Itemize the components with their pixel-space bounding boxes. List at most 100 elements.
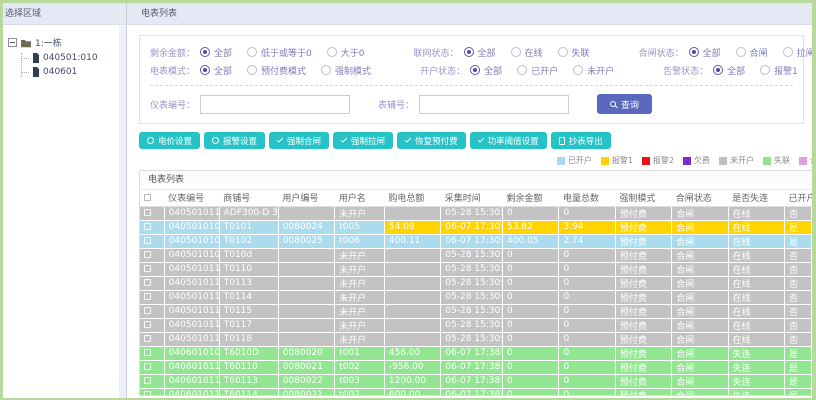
radio-option[interactable]: 报警1 [760,64,798,77]
tree-root-label[interactable]: 1:一栋 [35,36,62,49]
row-checkbox[interactable] [144,349,151,356]
legend-swatch [683,156,691,165]
table-row[interactable]: 0405010110T0110未开户05-28 15:30:0000预付费合闸在… [140,262,812,277]
电价设置-button[interactable]: 电价设置 [139,132,201,149]
table-row[interactable]: 0405010118T0118未开户05-28 15:30:0000预付费合闸在… [140,332,812,347]
row-checkbox[interactable] [144,293,151,300]
sidebar-scrollbar[interactable] [119,26,126,398]
radio-option[interactable]: 全部 [463,46,496,59]
radio-option[interactable]: 拉闸 [782,46,812,59]
radio-icon[interactable] [517,65,528,75]
table-cell: 预付费 [615,318,673,333]
radio-icon[interactable] [688,47,699,57]
radio-option[interactable]: 大于0 [326,46,365,59]
row-checkbox[interactable] [144,279,151,286]
radio-icon[interactable] [713,65,724,75]
row-checkbox[interactable] [144,251,151,258]
row-checkbox[interactable] [144,391,151,395]
table-row[interactable]: 0405010117T0117未开户05-28 15:30:0000预付费合闸在… [140,318,812,333]
tree-node-label[interactable]: 040501:010 [43,53,98,63]
tree-root-node[interactable]: 1:一栋 [8,36,124,49]
radio-icon[interactable] [326,47,337,57]
radio-icon[interactable] [760,65,771,75]
强制拉闸-button[interactable]: 强制拉闸 [333,132,394,149]
table-row[interactable]: 0405010115T0115未开户05-28 15:30:0000预付费合闸在… [140,304,812,319]
radio-option-label: 已开户 [531,66,559,77]
status-legend: 已开户 报警1 报警2 欠费 未开户 失联 合闸 [127,155,812,166]
select-all-checkbox[interactable] [144,193,151,201]
column-header: 采集时间 [440,190,503,207]
row-checkbox[interactable] [144,237,151,244]
row-checkbox[interactable] [144,307,151,314]
radio-option[interactable]: 全部 [200,64,232,77]
功率阈值设置-button[interactable]: 功率阈值设置 [469,132,547,149]
radio-icon[interactable] [247,65,258,75]
table-cell: 0 [502,346,560,361]
radio-option[interactable]: 全部 [470,64,502,77]
table-row[interactable]: 040601010DT6010D0080020t001456.0006-07 1… [140,346,812,361]
tree-node[interactable]: 040501:010 [22,53,124,63]
row-checkbox[interactable] [144,363,151,370]
filter-group: 开户状态： 全部 已开户 未开户 [420,64,629,77]
tree-node[interactable]: 040601 [22,67,124,77]
table-cell: 0080025 [278,234,336,249]
恢复预付费-button[interactable]: 恢复预付费 [397,132,466,149]
radio-option[interactable]: 全部 [688,46,721,59]
tree-node-label[interactable]: 040601 [43,67,77,77]
table-row[interactable]: 0406010113T601130080022t0031200.0006-07 … [140,374,812,389]
table-row[interactable]: 0405010101T01010080024t00554.0906-07 17:… [140,220,812,235]
filter-panel: 剩余金额： 全部 低于或等于0 大于0 联网状态： 全部 在线 失联 合闸状态： 全部 合闸 拉闸 电表… [139,35,812,124]
query-button[interactable]: 查询 [597,94,653,114]
table-cell: 0405010113 [164,276,220,291]
aux-no-input[interactable] [419,94,570,114]
radio-icon[interactable] [735,47,746,57]
table-row[interactable]: 0405010102T01020080025t006400.1106-07 17… [140,234,812,249]
folder-icon [21,39,31,47]
radio-option[interactable]: 失联 [557,46,590,59]
row-checkbox[interactable] [144,209,151,216]
radio-icon[interactable] [200,65,211,75]
radio-option[interactable]: 已开户 [517,64,558,77]
报警设置-button[interactable]: 报警设置 [204,132,266,149]
table-row[interactable]: 0406010110T601100080021t002-956.0006-07 … [140,360,812,375]
tree-collapse-icon[interactable] [8,38,17,47]
app-window: 选择区域 1:一栋 040501:010 040601 电表列表 剩余金额： 全部 低… [3,3,812,398]
table-cell: 0 [502,332,560,347]
radio-option[interactable]: 全部 [713,64,745,77]
radio-icon[interactable] [463,47,474,57]
radio-icon[interactable] [573,65,584,75]
radio-icon[interactable] [782,47,793,57]
row-checkbox[interactable] [144,335,151,342]
table-row[interactable]: 0405010114T0114未开户05-28 15:30:0000预付费合闸在… [140,290,812,305]
radio-icon[interactable] [321,65,332,75]
radio-icon[interactable] [200,47,211,57]
table-cell: 在线 [728,262,786,277]
table-row[interactable]: 040501010DT010d未开户05-28 15:30:0000预付费合闸在… [140,248,812,263]
filter-separator [150,85,793,86]
抄表导出-button[interactable]: 抄表导出 [550,132,611,149]
table-row[interactable]: 0406010114T601140080021t002600.0006-07 1… [140,388,812,395]
radio-option[interactable]: 未开户 [573,64,614,77]
row-checkbox[interactable] [144,321,151,328]
table-cell: 400.11 [384,234,442,249]
table-row[interactable]: 0405010113T0113未开户05-28 15:30:0000预付费合闸在… [140,276,812,291]
table-cell: 合闸 [671,248,729,263]
radio-option[interactable]: 全部 [200,46,232,59]
radio-icon[interactable] [557,47,568,57]
强制合闸-button[interactable]: 强制合闸 [269,132,330,149]
radio-icon[interactable] [247,47,258,57]
radio-option[interactable]: 在线 [510,46,543,59]
row-checkbox[interactable] [144,265,151,272]
table-row[interactable]: 0405010116ADF300-D 3未开户05-28 15:30:0000预… [140,206,812,221]
meter-no-input[interactable] [200,94,351,114]
row-checkbox[interactable] [144,223,151,230]
radio-icon[interactable] [470,65,481,75]
radio-option[interactable]: 预付费模式 [247,64,306,77]
radio-option[interactable]: 低于或等于0 [247,46,312,59]
radio-option[interactable]: 强制模式 [321,64,371,77]
radio-option[interactable]: 合闸 [735,46,768,59]
row-checkbox[interactable] [144,377,151,384]
table-cell: 05-28 15:30:00 [440,206,504,221]
radio-icon[interactable] [510,47,521,57]
table-cell: 0405010114 [164,290,220,305]
